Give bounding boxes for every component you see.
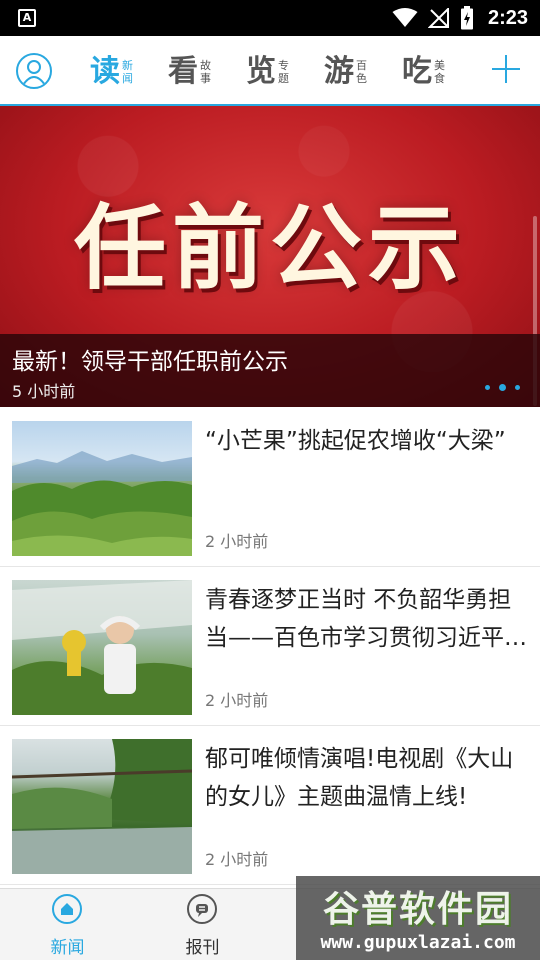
tab-main-label: 吃 xyxy=(402,54,432,89)
tab-sub-label: 专题 xyxy=(278,59,289,85)
watermark-chinese: 谷普软件园 xyxy=(322,889,513,930)
news-thumbnail xyxy=(12,739,192,874)
tab-watch-stories[interactable]: 看 故事 xyxy=(168,54,213,90)
banner-title: 最新！领导干部任职前公示 xyxy=(12,349,288,375)
newspaper-icon xyxy=(187,894,217,924)
no-signal-icon xyxy=(427,8,449,28)
banner-time: 5 小时前 xyxy=(12,382,76,401)
status-bar: A 2:23 xyxy=(0,0,540,36)
bottom-tab-news[interactable]: 新闻 xyxy=(0,889,135,960)
user-avatar-button[interactable] xyxy=(16,53,52,89)
wifi-icon xyxy=(392,8,418,27)
app-notification-icon: A xyxy=(18,9,36,27)
clock: 2:23 xyxy=(487,6,528,29)
top-nav-bar: 读 新闻 看 故事 览 专题 游 百色 吃 美食 xyxy=(0,36,540,106)
news-title: 郁可唯倾情演唱!电视剧《大山的女儿》主题曲温情上线! xyxy=(205,746,514,810)
watermark-url: www.gupuxlazai.com xyxy=(320,932,516,953)
bottom-tab-label: 新闻 xyxy=(50,938,85,958)
news-list-item[interactable]: 青春逐梦正当时 不负韶华勇担当——百色市学习贯彻习近平新时代中国特色社会主义思想… xyxy=(0,567,540,726)
featured-banner[interactable]: 任前公示 最新！领导干部任职前公示 5 小时前 xyxy=(0,106,540,407)
tab-sub-label: 百色 xyxy=(356,59,367,85)
news-time: 2 小时前 xyxy=(205,691,269,710)
news-title: “小芒果”挑起促农增收“大梁” xyxy=(205,428,506,454)
bottom-tab-newspaper[interactable]: 报刊 xyxy=(135,889,270,960)
tab-browse-topics[interactable]: 览 专题 xyxy=(246,54,291,90)
tab-sub-label: 故事 xyxy=(200,59,211,85)
tab-sub-label: 新闻 xyxy=(122,59,133,85)
news-time: 2 小时前 xyxy=(205,532,269,551)
user-icon xyxy=(22,60,46,86)
add-channel-button[interactable] xyxy=(492,55,520,83)
tab-travel-baise[interactable]: 游 百色 xyxy=(324,54,369,90)
carousel-dot[interactable] xyxy=(515,385,520,390)
tab-eat-food[interactable]: 吃 美食 xyxy=(402,54,447,90)
site-watermark: 谷普软件园 www.gupuxlazai.com xyxy=(296,876,540,960)
tab-main-label: 看 xyxy=(168,54,198,89)
tab-sub-label: 美食 xyxy=(434,59,445,85)
tab-main-label: 读 xyxy=(90,54,120,89)
news-time: 2 小时前 xyxy=(205,850,269,869)
news-list-item[interactable]: “小芒果”挑起促农增收“大梁” 2 小时前 xyxy=(0,408,540,567)
news-thumbnail xyxy=(12,421,192,556)
banner-image-text: 任前公示 xyxy=(73,195,466,302)
news-title: 青春逐梦正当时 不负韶华勇担当——百色市学习贯彻习近平新时代中国特色社会主义思想 xyxy=(205,587,527,651)
bottom-tab-label: 报刊 xyxy=(185,938,220,958)
carousel-indicator xyxy=(485,384,520,391)
home-icon xyxy=(52,894,82,924)
battery-charging-icon xyxy=(460,6,473,30)
carousel-dot[interactable] xyxy=(485,385,490,390)
news-thumbnail xyxy=(12,580,192,715)
tab-main-label: 游 xyxy=(324,54,354,89)
status-icons: 2:23 xyxy=(392,0,528,36)
tab-main-label: 览 xyxy=(246,54,276,89)
carousel-dot-active[interactable] xyxy=(499,384,506,391)
news-list-item[interactable]: 郁可唯倾情演唱!电视剧《大山的女儿》主题曲温情上线! 2 小时前 xyxy=(0,726,540,885)
banner-caption: 最新！领导干部任职前公示 5 小时前 xyxy=(0,334,540,407)
tab-read-news[interactable]: 读 新闻 xyxy=(90,54,135,90)
